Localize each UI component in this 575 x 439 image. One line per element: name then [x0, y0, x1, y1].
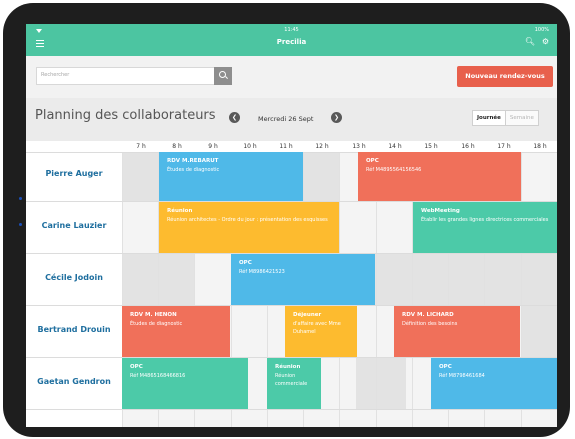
- page-title: Planning des collaborateurs: [35, 108, 216, 123]
- chevron-left-icon: ❮: [231, 114, 238, 121]
- unavailable-slot: [356, 358, 406, 409]
- event-title: RDV M.REBARUT: [167, 158, 219, 164]
- hour-label: 14 h: [388, 143, 402, 150]
- event-subtitle: Études de diagnostic: [167, 167, 220, 173]
- planning-header: Planning des collaborateurs ❮ Mercredi 2…: [26, 98, 557, 141]
- hour-label: 8 h: [172, 143, 182, 150]
- hour-label: 7 h: [136, 143, 146, 150]
- event-title: OPC: [239, 260, 252, 266]
- event-card[interactable]: RDV M.REBARUT Études de diagnostic: [159, 152, 303, 201]
- event-subtitle: Réf M4865168466816: [130, 373, 186, 379]
- event-subtitle: d'affaire avec Mme Duhamel: [293, 321, 341, 335]
- event-title: RDV M. LICHARD: [402, 312, 454, 318]
- previous-day-button[interactable]: ❮: [229, 112, 240, 123]
- collaborator-name[interactable]: Gaetan Gendron: [26, 377, 122, 386]
- hour-label: 16 h: [461, 143, 475, 150]
- search-field[interactable]: Rechercher: [36, 67, 232, 85]
- gear-icon[interactable]: ⚙: [542, 37, 549, 46]
- current-date: Mercredi 26 Sept: [258, 115, 314, 123]
- search-icon: [219, 71, 226, 78]
- event-title: Réunion: [275, 364, 301, 370]
- new-appointment-button[interactable]: Nouveau rendez-vous: [457, 66, 553, 87]
- collaborator-name[interactable]: Pierre Auger: [26, 169, 122, 178]
- event-title: OPC: [130, 364, 143, 370]
- event-subtitle: Établir les grandes lignes directrices c…: [421, 217, 549, 223]
- status-time: 11:45: [284, 27, 299, 33]
- event-subtitle: Réf M8986421523: [239, 269, 285, 275]
- event-card[interactable]: RDV M. HENON Études de diagnostic: [122, 306, 230, 357]
- hour-label: 11 h: [279, 143, 293, 150]
- event-title: WebMeeting: [421, 208, 460, 214]
- hour-label: 18 h: [533, 143, 547, 150]
- event-subtitle: Réunion commerciale: [275, 373, 308, 387]
- hour-label: 9 h: [208, 143, 218, 150]
- event-card[interactable]: OPC Réf M4895564156546: [358, 152, 521, 201]
- app-title: Precilia: [276, 38, 307, 46]
- event-card[interactable]: Déjeuner d'affaire avec Mme Duhamel: [285, 306, 357, 357]
- event-title: RDV M. HENON: [130, 312, 177, 318]
- event-subtitle: Définition des besoins: [402, 321, 458, 327]
- event-card[interactable]: Réunion Réunion architectes - Ordre du j…: [159, 202, 339, 253]
- event-subtitle: Réf M4895564156546: [366, 167, 422, 173]
- edge-dot: [19, 197, 22, 200]
- collaborator-name[interactable]: Cécile Jodoin: [26, 273, 122, 282]
- event-title: OPC: [366, 158, 379, 164]
- toolbar: Rechercher Nouveau rendez-vous: [26, 56, 557, 98]
- event-subtitle: Réunion architectes - Ordre du jour : pr…: [167, 217, 328, 223]
- hour-label: 15 h: [424, 143, 438, 150]
- collaborator-name[interactable]: Bertrand Drouin: [26, 325, 122, 334]
- event-title: OPC: [439, 364, 452, 370]
- view-day-button[interactable]: Journée: [473, 111, 505, 125]
- hour-label: 10 h: [243, 143, 257, 150]
- unavailable-slot: [122, 152, 159, 201]
- event-card[interactable]: Réunion Réunion commerciale: [267, 358, 321, 409]
- unavailable-slot: [521, 306, 557, 357]
- hour-label: 12 h: [315, 143, 329, 150]
- app-header: 11:45 100% Precilia 🔍︎ ⚙: [26, 24, 557, 56]
- event-card[interactable]: OPC Réf M8798461684: [431, 358, 557, 409]
- collaborator-name[interactable]: Carine Lauzier: [26, 221, 122, 230]
- event-title: Réunion: [167, 208, 193, 214]
- chevron-right-icon: ❯: [333, 114, 340, 121]
- view-toggle: Journée Semaine: [472, 110, 539, 126]
- event-card[interactable]: OPC Réf M4865168466816: [122, 358, 248, 409]
- battery-level: 100%: [534, 27, 549, 33]
- search-icon[interactable]: 🔍︎: [525, 37, 535, 46]
- next-day-button[interactable]: ❯: [331, 112, 342, 123]
- hour-label: 13 h: [352, 143, 366, 150]
- search-placeholder[interactable]: Rechercher: [41, 72, 69, 78]
- view-week-button[interactable]: Semaine: [504, 111, 538, 125]
- event-card[interactable]: OPC Réf M8986421523: [231, 254, 375, 305]
- row-divider: [26, 409, 557, 410]
- event-card[interactable]: WebMeeting Établir les grandes lignes di…: [413, 202, 557, 253]
- unavailable-slot: [302, 152, 339, 201]
- event-subtitle: Réf M8798461684: [439, 373, 485, 379]
- event-title: Déjeuner: [293, 312, 322, 318]
- event-card[interactable]: RDV M. LICHARD Définition des besoins: [394, 306, 520, 357]
- app-screen: 11:45 100% Precilia 🔍︎ ⚙ Rechercher Nouv…: [26, 24, 557, 427]
- unavailable-slot: [375, 254, 557, 305]
- search-button[interactable]: [214, 67, 232, 85]
- hour-label: 17 h: [497, 143, 511, 150]
- edge-dot: [19, 223, 22, 226]
- event-subtitle: Études de diagnostic: [130, 321, 183, 327]
- tablet-frame: 11:45 100% Precilia 🔍︎ ⚙ Rechercher Nouv…: [3, 3, 570, 437]
